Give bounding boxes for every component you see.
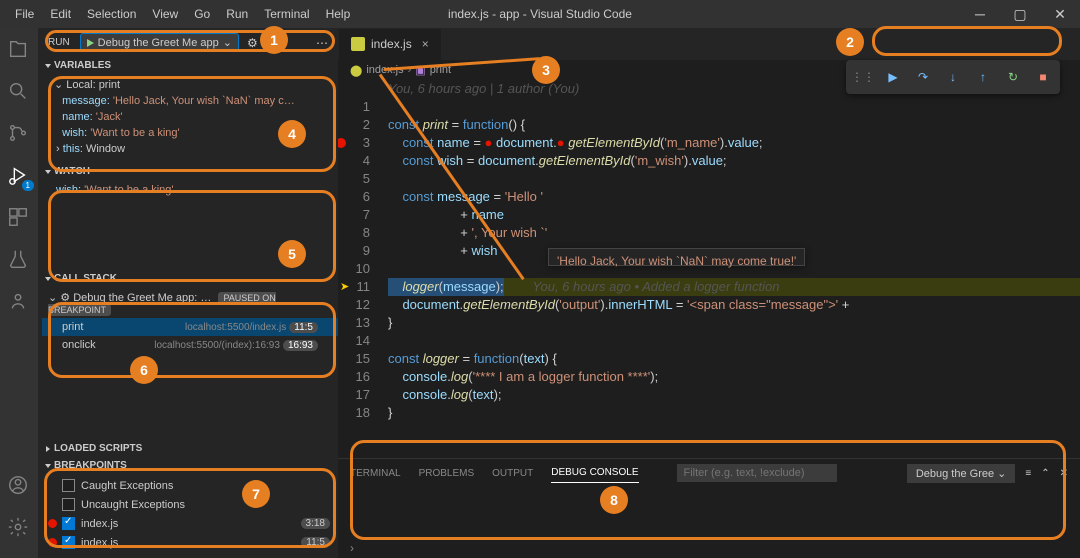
watch-body: wish: 'Want to be a king'	[38, 180, 338, 270]
variable-row[interactable]: wish: 'Want to be a king'	[50, 125, 338, 141]
code-content[interactable]: You, 6 hours ago | 1 author (You) const …	[388, 80, 1080, 458]
window-title: index.js - app - Visual Studio Code	[448, 7, 632, 21]
js-file-icon	[351, 37, 365, 51]
test-icon[interactable]	[7, 248, 31, 272]
menu-help[interactable]: Help	[319, 3, 358, 25]
menu-go[interactable]: Go	[187, 3, 217, 25]
code-editor[interactable]: 1 2 3 4 5 6 7 8 9 10 ➤11 12 13 14 15 16 …	[338, 80, 1080, 458]
debug-config-dropdown[interactable]: Debug the Greet Me app ⌄	[80, 33, 239, 52]
debug-sidebar: RUN Debug the Greet Me app ⌄ ⚙ ⋯ VARIABL…	[38, 28, 338, 558]
title-bar: File Edit Selection View Go Run Terminal…	[0, 0, 1080, 28]
settings-icon[interactable]	[7, 516, 31, 540]
menu-terminal[interactable]: Terminal	[257, 3, 316, 25]
explorer-icon[interactable]	[7, 38, 31, 62]
breakpoints-body: Caught Exceptions Uncaught Exceptions in…	[38, 474, 338, 558]
menu-edit[interactable]: Edit	[43, 3, 78, 25]
editor-area: index.js × ⋮⋮ ▶ ↷ ↓ ↑ ↻ ■ ⬤ index.js › ▣…	[338, 28, 1080, 558]
liveshare-icon[interactable]	[7, 290, 31, 314]
menu-file[interactable]: File	[8, 3, 41, 25]
debug-console-tab[interactable]: DEBUG CONSOLE	[551, 463, 638, 483]
restart-button[interactable]: ↻	[1000, 64, 1026, 90]
close-button[interactable]: ✕	[1040, 0, 1080, 28]
callstack-header[interactable]: CALL STACK	[38, 270, 338, 287]
step-into-button[interactable]: ↓	[940, 64, 966, 90]
debug-badge: 1	[22, 180, 34, 191]
activity-bar: 1	[0, 28, 38, 558]
breakpoint-uncaught[interactable]: Uncaught Exceptions	[42, 495, 338, 514]
breakpoint-item[interactable]: index.js11:5	[42, 533, 338, 552]
debug-hover-tooltip: 'Hello Jack, Your wish `NaN` may come tr…	[548, 248, 805, 266]
debug-drag-handle[interactable]: ⋮⋮	[850, 64, 876, 90]
stop-button[interactable]: ■	[1030, 64, 1056, 90]
minimize-button[interactable]: ─	[960, 0, 1000, 28]
variable-row[interactable]: message: 'Hello Jack, Your wish `NaN` ma…	[50, 93, 338, 109]
continue-button[interactable]: ▶	[880, 64, 906, 90]
accounts-icon[interactable]	[7, 474, 31, 498]
variables-scope[interactable]: ⌄ Local: print	[50, 76, 338, 93]
run-label: RUN	[48, 37, 70, 48]
clear-console-icon[interactable]: ≡	[1025, 468, 1031, 479]
variables-header[interactable]: VARIABLES	[38, 57, 338, 74]
panel-session-dropdown[interactable]: Debug the Gree ⌄	[907, 464, 1016, 483]
gear-icon[interactable]: ⚙	[247, 36, 258, 50]
panel-filter-input[interactable]	[677, 464, 837, 482]
terminal-tab[interactable]: TERMINAL	[350, 464, 401, 483]
debug-console-prompt[interactable]: ›	[338, 538, 1080, 558]
watch-header[interactable]: WATCH	[38, 163, 338, 180]
breakpoint-item[interactable]: index.js3:18	[42, 514, 338, 533]
menu-bar: File Edit Selection View Go Run Terminal…	[8, 3, 357, 25]
play-icon	[87, 39, 94, 47]
debug-toolbar: ⋮⋮ ▶ ↷ ↓ ↑ ↻ ■	[846, 60, 1060, 94]
editor-tabs: index.js ×	[338, 28, 1080, 60]
step-over-button[interactable]: ↷	[910, 64, 936, 90]
problems-tab[interactable]: PROBLEMS	[419, 464, 475, 483]
variable-row[interactable]: name: 'Jack'	[50, 109, 338, 125]
output-tab[interactable]: OUTPUT	[492, 464, 533, 483]
menu-view[interactable]: View	[145, 3, 185, 25]
panel-close-icon[interactable]: ✕	[1060, 468, 1068, 479]
breakpoint-dot[interactable]	[338, 138, 346, 148]
gutter: 1 2 3 4 5 6 7 8 9 10 ➤11 12 13 14 15 16 …	[338, 80, 388, 458]
panel-collapse-icon[interactable]: ⌃	[1041, 468, 1049, 479]
scm-icon[interactable]	[7, 122, 31, 146]
editor-tab[interactable]: index.js ×	[338, 28, 442, 60]
watch-row[interactable]: wish: 'Want to be a king'	[50, 182, 338, 198]
variables-body: ⌄ Local: print message: 'Hello Jack, You…	[38, 74, 338, 163]
breakpoint-caught[interactable]: Caught Exceptions	[42, 476, 338, 495]
debug-icon[interactable]: 1	[7, 164, 31, 188]
bottom-panel: TERMINAL PROBLEMS OUTPUT DEBUG CONSOLE D…	[338, 458, 1080, 558]
tab-close-icon[interactable]: ×	[422, 37, 429, 51]
panel-tabs: TERMINAL PROBLEMS OUTPUT DEBUG CONSOLE D…	[338, 459, 1080, 487]
menu-run[interactable]: Run	[219, 3, 255, 25]
search-icon[interactable]	[7, 80, 31, 104]
callstack-frame[interactable]: printlocalhost:5500/index.js 11:5	[42, 318, 338, 336]
breakpoints-header[interactable]: BREAKPOINTS	[38, 457, 338, 474]
run-header: RUN Debug the Greet Me app ⌄ ⚙ ⋯	[38, 28, 338, 57]
step-out-button[interactable]: ↑	[970, 64, 996, 90]
current-line-icon: ➤	[340, 278, 349, 296]
extensions-icon[interactable]	[7, 206, 31, 230]
callstack-frame[interactable]: onclicklocalhost:5500/(index):16:93 16:9…	[42, 336, 338, 354]
menu-selection[interactable]: Selection	[80, 3, 143, 25]
loaded-scripts-header[interactable]: LOADED SCRIPTS	[38, 440, 338, 457]
window-controls: ─ ▢ ✕	[960, 0, 1080, 28]
callstack-body: ⌄ ⚙ Debug the Greet Me app: … PAUSED ON …	[38, 287, 338, 360]
more-actions-icon[interactable]: ⋯	[316, 36, 328, 50]
maximize-button[interactable]: ▢	[1000, 0, 1040, 28]
callstack-session[interactable]: ⌄ ⚙ Debug the Greet Me app: … PAUSED ON …	[42, 289, 338, 318]
variable-row[interactable]: › this: Window	[50, 141, 338, 157]
